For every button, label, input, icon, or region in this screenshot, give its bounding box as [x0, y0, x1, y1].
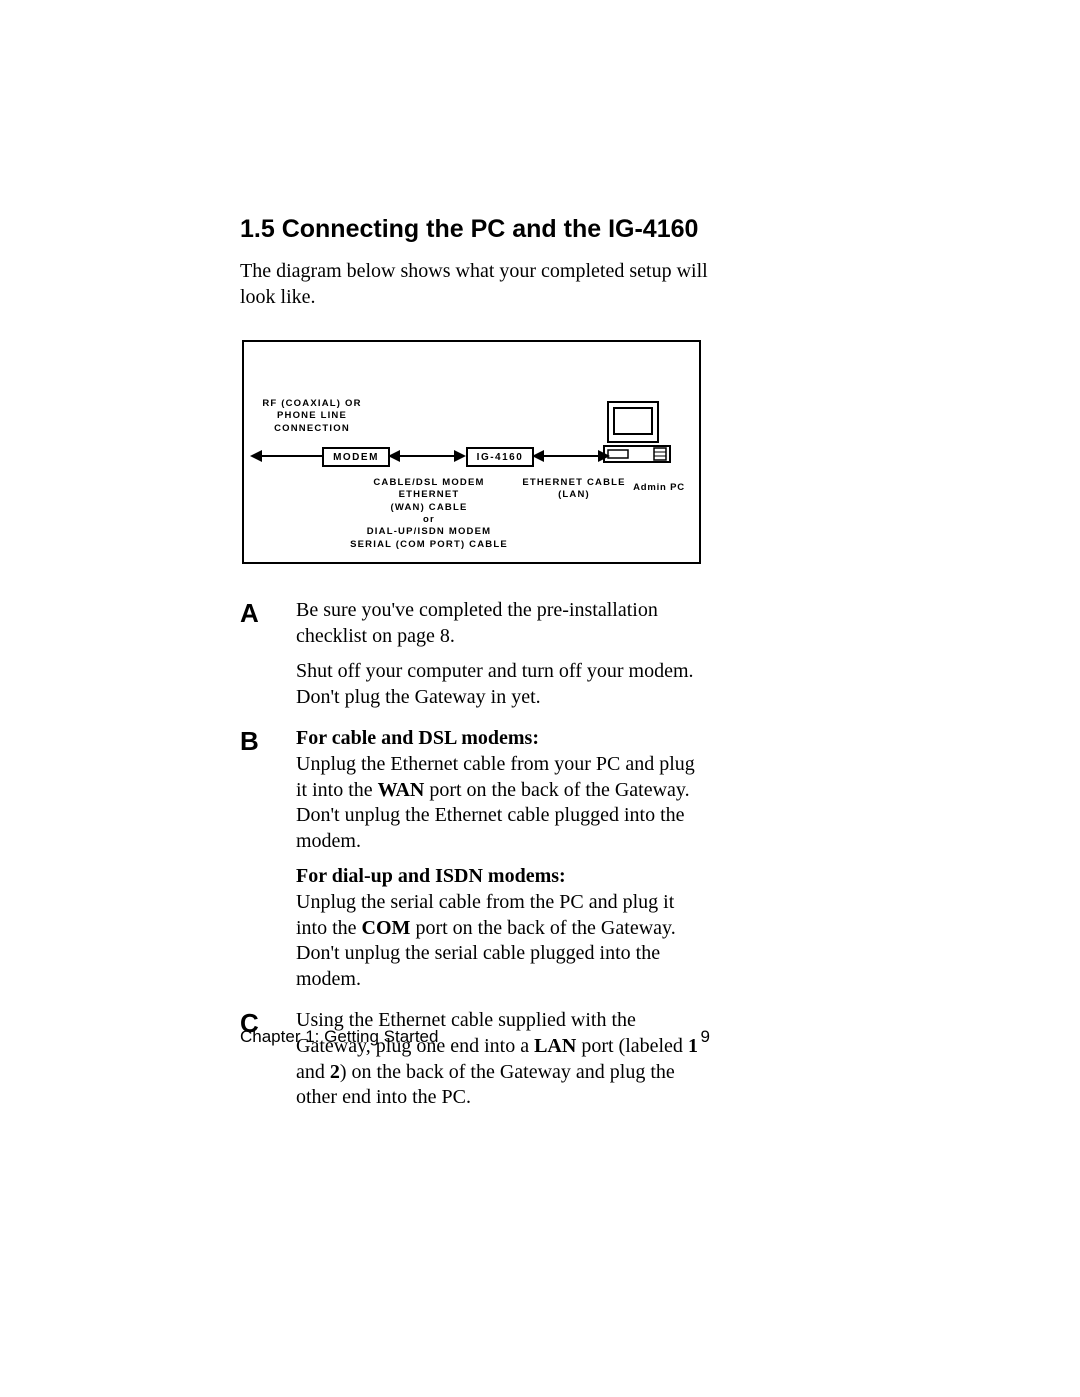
diagram-line [544, 455, 598, 457]
step-text: Be sure you've completed the pre-install… [296, 598, 710, 649]
step-a: A Be sure you've completed the pre-insta… [240, 598, 710, 720]
step-letter: B [240, 726, 296, 754]
cable-dsl-label: CABLE/DSL MODEM ETHERNET (WAN) CABLE or … [344, 477, 514, 551]
diagram-line [400, 455, 454, 457]
page-content: 1.5 Connecting the PC and the IG-4160 Th… [240, 215, 710, 1127]
setup-diagram: RF (COAXIAL) OR PHONE LINE CONNECTION MO… [242, 340, 701, 564]
step-text: For dial-up and ISDN modems: Unplug the … [296, 864, 710, 992]
footer-page-number: 9 [701, 1027, 710, 1047]
arrow-left-icon [250, 450, 262, 462]
step-text: Shut off your computer and turn off your… [296, 659, 710, 710]
step-text: Using the Ethernet cable supplied with t… [296, 1008, 710, 1110]
step-body: Be sure you've completed the pre-install… [296, 598, 710, 720]
admin-pc-label: Admin PC [624, 482, 694, 494]
page-footer: Chapter 1: Getting Started 9 [240, 1027, 710, 1047]
modem-box: MODEM [322, 447, 390, 467]
step-b: B For cable and DSL modems: Unplug the E… [240, 726, 710, 1002]
section-heading: 1.5 Connecting the PC and the IG-4160 [240, 215, 710, 244]
step-body: For cable and DSL modems: Unplug the Eth… [296, 726, 710, 1002]
arrow-left-icon [532, 450, 544, 462]
rf-phone-label: RF (COAXIAL) OR PHONE LINE CONNECTION [252, 398, 372, 435]
step-text: For cable and DSL modems: Unplug the Eth… [296, 726, 710, 854]
step-letter: A [240, 598, 296, 626]
arrow-left-icon [388, 450, 400, 462]
monitor-icon [602, 400, 672, 470]
ig4160-box: IG-4160 [466, 447, 534, 467]
ethernet-lan-label: ETHERNET CABLE (LAN) [514, 477, 634, 502]
intro-text: The diagram below shows what your comple… [240, 258, 710, 310]
diagram-line [262, 455, 322, 457]
step-c: C Using the Ethernet cable supplied with… [240, 1008, 710, 1120]
step-body: Using the Ethernet cable supplied with t… [296, 1008, 710, 1120]
footer-chapter: Chapter 1: Getting Started [240, 1027, 438, 1047]
arrow-right-icon [454, 450, 466, 462]
